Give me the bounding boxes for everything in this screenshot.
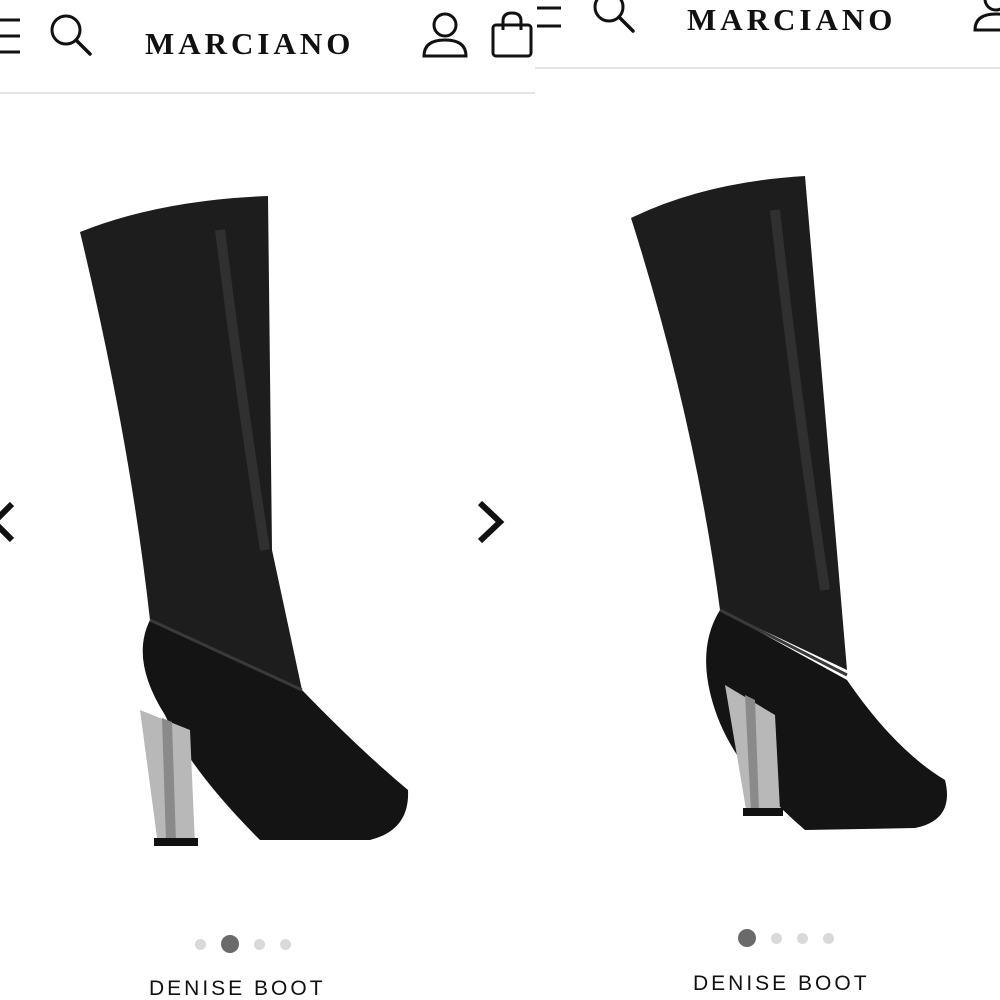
carousel-dot-active[interactable] [738,929,756,947]
product-name: DENISE BOOT [149,977,326,1000]
menu-icon[interactable] [535,2,565,34]
search-icon[interactable] [590,0,638,36]
site-header: MARCIANO [0,0,535,94]
product-name: DENISE BOOT [693,972,870,995]
product-image[interactable] [625,170,955,835]
carousel-dot[interactable] [254,938,265,950]
search-icon[interactable] [47,11,95,59]
account-icon[interactable] [971,0,1000,34]
carousel-dot[interactable] [797,932,808,944]
product-screen-right: MARCIANO DENISE BOOT [535,0,1000,1000]
chevron-right-icon[interactable] [474,499,508,550]
carousel-dot[interactable] [280,938,291,950]
carousel-indicator [738,929,834,947]
carousel-indicator [195,935,291,953]
site-header: MARCIANO [535,0,1000,69]
carousel-dot-active[interactable] [221,935,239,953]
shopping-bag-icon[interactable] [490,10,535,60]
carousel-dot[interactable] [823,932,834,944]
brand-logo[interactable]: MARCIANO [145,26,354,62]
brand-logo[interactable]: MARCIANO [687,2,896,38]
carousel-dot[interactable] [771,932,782,944]
chevron-left-icon[interactable] [0,500,16,549]
product-image[interactable] [70,190,420,855]
account-icon[interactable] [420,10,470,60]
carousel-dot[interactable] [195,938,206,950]
product-screen-left: MARCIANO DENISE BOOT [0,0,535,1000]
menu-icon[interactable] [0,16,24,56]
